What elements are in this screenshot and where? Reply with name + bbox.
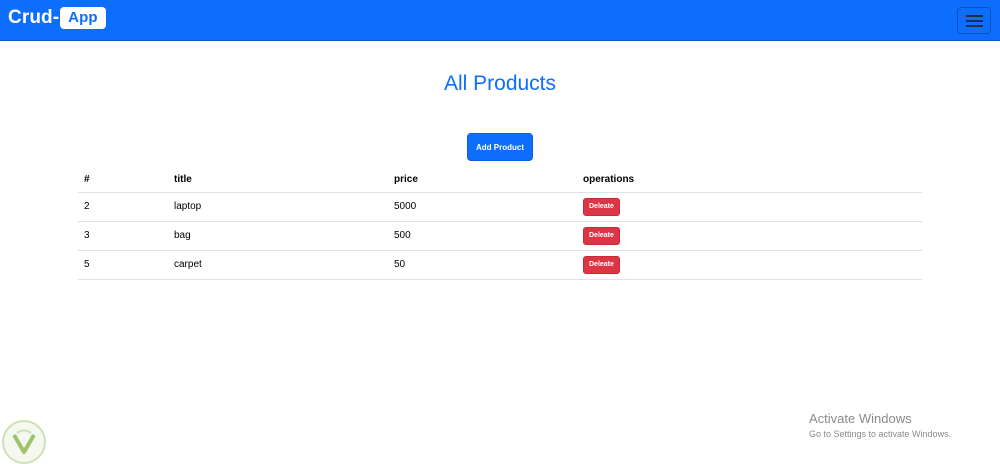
cell-id: 3 xyxy=(78,221,168,251)
delete-button[interactable]: Deleate xyxy=(583,255,620,274)
cell-title: bag xyxy=(168,221,388,251)
cell-operations: Deleate xyxy=(577,192,922,222)
delete-button[interactable]: Deleate xyxy=(583,197,620,216)
page-title: All Products xyxy=(443,72,557,95)
table-header-row: # title price operations xyxy=(78,168,922,193)
products-table: # title price operations 2 laptop 5000 D… xyxy=(78,168,922,280)
column-header-id: # xyxy=(78,168,168,193)
cell-title: laptop xyxy=(168,192,388,222)
watermark-title: Activate Windows xyxy=(809,411,912,426)
brand-logo-link[interactable]: Crud- App xyxy=(8,7,106,29)
table-row: 2 laptop 5000 Deleate xyxy=(78,192,922,222)
table-row: 3 bag 500 Deleate xyxy=(78,221,922,251)
products-table-container: # title price operations 2 laptop 5000 D… xyxy=(78,168,922,280)
delete-button[interactable]: Deleate xyxy=(583,226,620,245)
cell-operations: Deleate xyxy=(577,250,922,280)
cell-title: carpet xyxy=(168,250,388,280)
cell-price: 500 xyxy=(388,221,577,251)
brand-text: Crud- xyxy=(8,7,60,28)
column-header-title: title xyxy=(168,168,388,193)
activate-windows-watermark: Activate Windows Go to Settings to activ… xyxy=(809,411,951,440)
brand-badge: App xyxy=(60,7,106,29)
cell-id: 2 xyxy=(78,192,168,222)
column-header-operations: operations xyxy=(577,168,922,193)
navbar-toggler-button[interactable] xyxy=(957,7,991,34)
cell-id: 5 xyxy=(78,250,168,280)
corner-logo-icon xyxy=(0,418,48,464)
cell-operations: Deleate xyxy=(577,221,922,251)
watermark-subtitle: Go to Settings to activate Windows. xyxy=(809,429,952,439)
navbar: Crud- App xyxy=(0,0,1000,41)
cell-price: 5000 xyxy=(388,192,577,222)
table-row: 5 carpet 50 Deleate xyxy=(78,250,922,280)
column-header-price: price xyxy=(388,168,577,193)
add-product-button[interactable]: Add Product xyxy=(467,133,533,161)
cell-price: 50 xyxy=(388,250,577,280)
